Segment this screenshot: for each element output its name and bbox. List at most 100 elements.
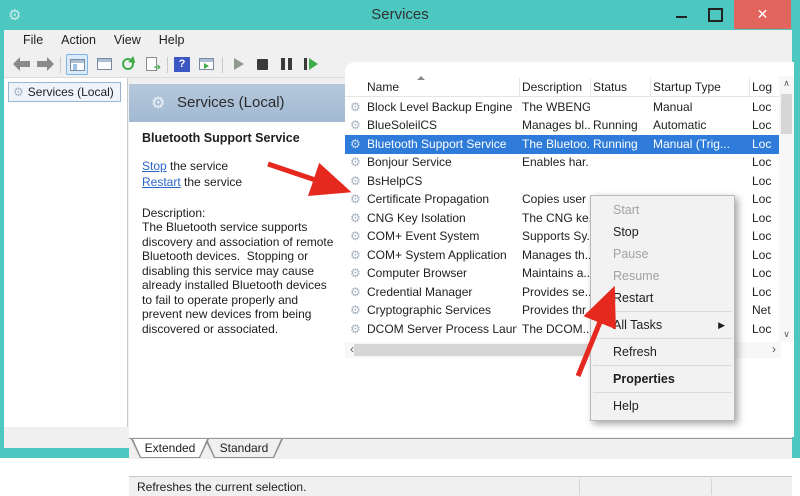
stop-service-line: Stop the service [142,159,228,173]
menu-action[interactable]: Action [52,30,105,50]
restart-bar-glyph [304,58,307,70]
column-header-log[interactable]: Log [752,80,778,94]
column-separator[interactable] [749,78,750,96]
context-menu-item-refresh[interactable]: Refresh [591,341,734,363]
context-menu-item-properties[interactable]: Properties [591,368,734,390]
context-menu-item-help[interactable]: Help [591,395,734,417]
cell-log: Loc [752,153,778,172]
close-button[interactable]: ✕ [734,0,791,29]
cell-name: Block Level Backup Engine ... [367,98,517,117]
service-gear-icon: ⚙ [350,98,361,116]
window-play-glyph [199,58,214,70]
column-header-startup-type[interactable]: Startup Type [653,80,748,94]
cell-name: BsHelpCS [367,172,517,191]
cell-name: DCOM Server Process Laun... [367,320,517,339]
service-gear-icon: ⚙ [350,209,361,227]
status-text: Refreshes the current selection. [137,480,306,494]
back-icon[interactable] [10,54,32,75]
column-separator[interactable] [519,78,520,96]
service-gear-icon: ⚙ [350,172,361,190]
cell-name: COM+ System Application [367,246,517,265]
cell-name: Bonjour Service [367,153,517,172]
cell-description: The DCOM... [522,320,590,339]
cell-name: Cryptographic Services [367,301,517,320]
cell-status [593,153,650,172]
menu-view[interactable]: View [105,30,150,50]
horizontal-scroll-thumb[interactable] [354,344,594,356]
refresh-glyph [122,58,134,70]
cell-log: Loc [752,172,778,191]
scroll-right-icon[interactable]: › [767,342,781,358]
minimize-button[interactable] [668,0,696,29]
scroll-down-icon[interactable]: ∨ [779,327,794,342]
menu-bar: FileActionViewHelp [4,30,792,51]
restart-play-glyph [309,58,318,70]
window-glyph [97,58,112,70]
service-row[interactable]: ⚙BlueSoleilCSManages bl...RunningAutomat… [345,116,779,135]
service-gear-icon: ⚙ [350,320,361,338]
cell-name: COM+ Event System [367,227,517,246]
cell-description: Provides thr... [522,301,590,320]
console-tree-pane: ⚙Services (Local) [4,78,128,427]
vertical-scroll-thumb[interactable] [781,94,792,134]
status-separator [579,479,580,495]
title-bar[interactable]: ⚙ Services ✕ [0,0,800,30]
standard-view-icon[interactable] [196,54,218,75]
cell-name: Certificate Propagation [367,190,517,209]
menu-help[interactable]: Help [150,30,194,50]
context-menu: StartStopPauseResumeRestartAll Tasks▶Ref… [590,195,735,421]
column-header-name[interactable]: Name [367,80,517,94]
service-row[interactable]: ⚙Block Level Backup Engine ...The WBENG.… [345,98,779,117]
help-icon[interactable]: ? [172,54,194,75]
service-row[interactable]: ⚙Bluetooth Support ServiceThe Bluetoo...… [345,135,779,154]
tab-extended[interactable]: Extended [131,439,209,458]
cell-log: Loc [752,116,778,135]
menu-separator [593,338,732,339]
forward-icon[interactable] [34,54,56,75]
scroll-up-icon[interactable]: ∧ [779,76,794,91]
service-gear-icon: ⚙ [350,301,361,319]
services-gear-icon: ⚙ [13,85,24,99]
tree-item-services-local[interactable]: ⚙Services (Local) [8,82,121,102]
maximize-button[interactable] [700,0,728,29]
tab-standard[interactable]: Standard [205,439,283,458]
column-header-status[interactable]: Status [593,80,650,94]
properties-window-icon[interactable] [94,54,116,75]
cell-description: The Bluetoo... [522,135,590,154]
service-row[interactable]: ⚙Bonjour ServiceEnables har...Loc [345,153,779,172]
console-tree-glyph [70,59,85,71]
context-menu-item-restart[interactable]: Restart [591,287,734,309]
menu-file[interactable]: File [14,30,52,50]
column-separator[interactable] [590,78,591,96]
service-gear-icon: ⚙ [350,190,361,208]
cell-name: Bluetooth Support Service [367,135,517,154]
context-menu-item-stop[interactable]: Stop [591,221,734,243]
refresh-icon[interactable] [118,54,140,75]
pause-service-icon[interactable] [276,54,298,75]
column-separator[interactable] [650,78,651,96]
restart-service-line: Restart the service [142,175,242,189]
stop-service-link[interactable]: Stop [142,159,167,173]
cell-description: Provides se... [522,283,590,302]
list-header: Name DescriptionStatusStartup Type Log [345,76,779,97]
vertical-scrollbar[interactable]: ∧ ∨ [779,76,794,342]
cell-log: Loc [752,227,778,246]
start-service-icon[interactable] [228,54,250,75]
service-gear-icon: ⚙ [350,246,361,264]
restart-service-icon[interactable] [300,54,322,75]
question-glyph: ? [174,57,190,72]
column-header-description[interactable]: Description [522,80,590,94]
submenu-arrow-icon: ▶ [718,314,725,336]
stop-service-suffix: the service [167,159,228,173]
stop-glyph [257,59,268,70]
stop-service-icon[interactable] [252,54,274,75]
description-label: Description: [142,206,205,220]
cell-log: Loc [752,264,778,283]
services-window: ⚙ Services ✕ FileActionViewHelp ? [0,0,800,458]
context-menu-item-all-tasks[interactable]: All Tasks▶ [591,314,734,336]
restart-service-link[interactable]: Restart [142,175,181,189]
show-console-tree-icon[interactable] [66,54,88,75]
service-row[interactable]: ⚙ BsHelpCS Loc [345,172,779,191]
cell-log: Loc [752,98,778,117]
export-list-icon[interactable] [142,54,164,75]
